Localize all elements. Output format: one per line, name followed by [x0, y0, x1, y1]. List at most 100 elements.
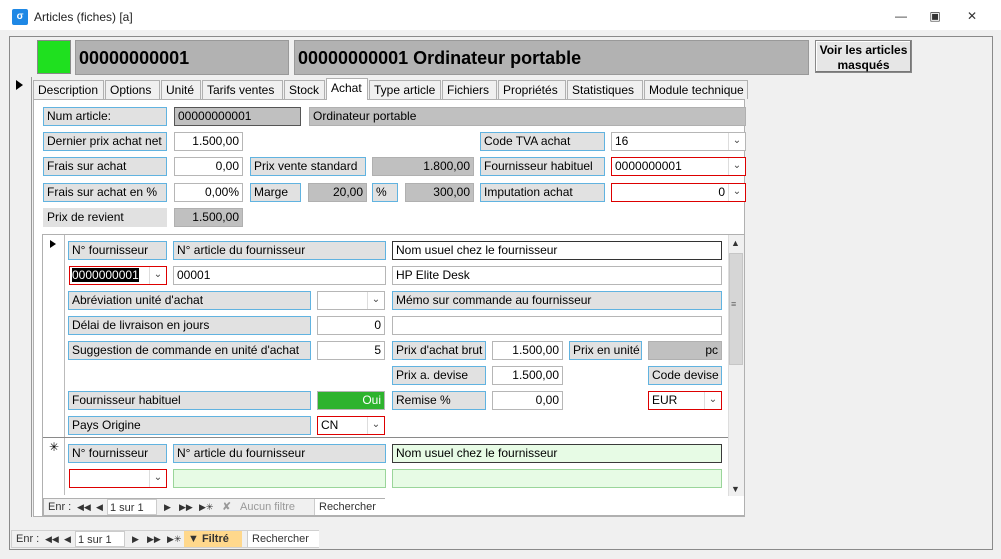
next-record-icon[interactable]: ▶	[164, 499, 171, 515]
subform-record-selector[interactable]	[43, 235, 65, 495]
next-record-icon[interactable]: ▶	[132, 531, 139, 547]
maximize-button[interactable]: ▣	[921, 6, 949, 26]
memo-commande-field[interactable]	[392, 316, 722, 335]
mainnav-search[interactable]: Rechercher	[247, 531, 319, 547]
tab-proprietes[interactable]: Propriétés	[498, 80, 566, 99]
fournisseur-habituel-toggle[interactable]: Oui	[317, 391, 385, 410]
abreviation-unite-label: Abréviation unité d'achat	[68, 291, 311, 310]
tab-tarifs-ventes[interactable]: Tarifs ventes	[202, 80, 283, 99]
frais-field[interactable]: 0,00	[174, 157, 243, 176]
chevron-down-icon[interactable]: ⌄	[367, 292, 384, 309]
code-tva-select[interactable]: 16 ⌄	[611, 132, 746, 151]
chevron-down-icon[interactable]: ⌄	[728, 158, 745, 175]
n-fournisseur-new-label: N° fournisseur	[68, 444, 167, 463]
prix-vente-standard-field: 1.800,00	[372, 157, 474, 176]
prix-devise-label: Prix a. devise	[392, 366, 486, 385]
n-article-fournisseur-field[interactable]: 00001	[173, 266, 386, 285]
chevron-down-icon[interactable]: ⌄	[728, 184, 745, 201]
new-record-nav-icon[interactable]: ▶✳	[167, 531, 181, 547]
suggestion-commande-field[interactable]: 5	[317, 341, 385, 360]
prix-revient-label: Prix de revient	[43, 208, 167, 227]
n-fournisseur-value: 0000000001	[72, 268, 139, 282]
marge-label: Marge	[250, 183, 301, 202]
code-tva-label: Code TVA achat	[480, 132, 605, 151]
filtre-toggle[interactable]: ▼ Filtré	[184, 531, 242, 547]
code-devise-label: Code devise	[648, 366, 722, 385]
tab-options[interactable]: Options	[105, 80, 160, 99]
tab-stock[interactable]: Stock	[284, 80, 325, 99]
tab-statistiques[interactable]: Statistiques	[567, 80, 643, 99]
delai-livraison-field[interactable]: 0	[317, 316, 385, 335]
scroll-down-icon[interactable]: ▼	[731, 484, 740, 494]
tab-description[interactable]: Description	[33, 80, 104, 99]
subform-navigation-bar: Enr : ◀◀ ◀ 1 sur 1 ▶ ▶▶ ▶✳ ✘ Aucun filtr…	[43, 498, 386, 516]
chevron-down-icon[interactable]: ⌄	[367, 417, 384, 434]
record-selector[interactable]	[11, 77, 32, 517]
window-title: Articles (fiches) [a]	[34, 10, 133, 24]
code-tva-value: 16	[615, 134, 629, 148]
delai-livraison-label: Délai de livraison en jours	[68, 316, 311, 335]
scrollbar-thumb[interactable]	[729, 253, 743, 365]
prix-vente-standard-label: Prix vente standard	[250, 157, 366, 176]
chevron-down-icon[interactable]: ⌄	[149, 470, 166, 487]
chevron-down-icon[interactable]: ⌄	[704, 392, 721, 409]
first-record-icon[interactable]: ◀◀	[45, 531, 59, 547]
marge-percent-label: %	[372, 183, 398, 202]
new-record-icon: ✳	[49, 440, 60, 454]
last-record-icon[interactable]: ▶▶	[179, 499, 193, 515]
suggestion-commande-label: Suggestion de commande en unité d'achat	[68, 341, 311, 360]
devise-select[interactable]: EUR ⌄	[648, 391, 722, 410]
minimize-button[interactable]: —	[887, 6, 915, 26]
status-indicator	[37, 40, 71, 74]
n-article-fournisseur-new-label: N° article du fournisseur	[173, 444, 386, 463]
previous-record-icon[interactable]: ◀	[64, 531, 71, 547]
n-article-fournisseur-new-field[interactable]	[173, 469, 386, 488]
dernier-prix-label: Dernier prix achat net	[43, 132, 167, 151]
n-fournisseur-select[interactable]: 0000000001 ⌄	[69, 266, 167, 285]
subnav-position[interactable]: 1 sur 1	[107, 499, 157, 515]
tab-fichiers[interactable]: Fichiers	[442, 80, 497, 99]
new-record-nav-icon[interactable]: ▶✳	[199, 499, 213, 515]
imputation-achat-value: 0	[718, 185, 725, 199]
prix-devise-field[interactable]: 1.500,00	[492, 366, 563, 385]
marge-field: 20,00	[308, 183, 367, 202]
app-icon: σ	[12, 9, 28, 25]
tab-type-article[interactable]: Type article	[369, 80, 441, 99]
previous-record-icon[interactable]: ◀	[96, 499, 103, 515]
prix-en-unite-field: pc	[648, 341, 722, 360]
frais-pct-field[interactable]: 0,00%	[174, 183, 243, 202]
close-button[interactable]: ✕	[958, 6, 986, 26]
imputation-achat-select[interactable]: 0 ⌄	[611, 183, 746, 202]
remise-label: Remise %	[392, 391, 486, 410]
chevron-down-icon[interactable]: ⌄	[149, 267, 166, 284]
prix-achat-brut-field[interactable]: 1.500,00	[492, 341, 563, 360]
remise-field[interactable]: 0,00	[492, 391, 563, 410]
n-fournisseur-label: N° fournisseur	[68, 241, 167, 260]
abreviation-unite-select[interactable]: ⌄	[317, 291, 385, 310]
last-record-icon[interactable]: ▶▶	[147, 531, 161, 547]
imputation-achat-label: Imputation achat	[480, 183, 605, 202]
first-record-icon[interactable]: ◀◀	[77, 499, 91, 515]
subnav-search[interactable]: Rechercher	[314, 499, 386, 515]
dernier-prix-field[interactable]: 1.500,00	[174, 132, 243, 151]
show-masked-articles-button[interactable]: Voir les articles masqués	[815, 40, 912, 73]
nom-usuel-new-field[interactable]	[392, 469, 722, 488]
fournisseur-habituel-sub-label: Fournisseur habituel	[68, 391, 311, 410]
filter-icon: ✘	[222, 501, 232, 513]
nom-usuel-field[interactable]: HP Elite Desk	[392, 266, 722, 285]
fournisseur-habituel-select[interactable]: 0000000001 ⌄	[611, 157, 746, 176]
prix-achat-brut-label: Prix d'achat brut	[392, 341, 486, 360]
subnav-filter-label[interactable]: Aucun filtre	[240, 499, 295, 515]
marge-amount-field: 300,00	[405, 183, 474, 202]
tab-unite[interactable]: Unité	[161, 80, 201, 99]
pays-origine-select[interactable]: CN ⌄	[317, 416, 385, 435]
scroll-up-icon[interactable]: ▲	[731, 238, 740, 248]
current-record-arrow-icon	[16, 80, 23, 90]
chevron-down-icon[interactable]: ⌄	[728, 133, 745, 150]
mainnav-filter-label: Filtré	[201, 533, 229, 545]
mainnav-position[interactable]: 1 sur 1	[75, 531, 125, 547]
funnel-icon: ▼	[188, 533, 202, 545]
tab-module-technique[interactable]: Module technique	[644, 80, 748, 99]
tab-achat[interactable]: Achat	[326, 78, 368, 100]
n-fournisseur-new-select[interactable]: ⌄	[69, 469, 167, 488]
